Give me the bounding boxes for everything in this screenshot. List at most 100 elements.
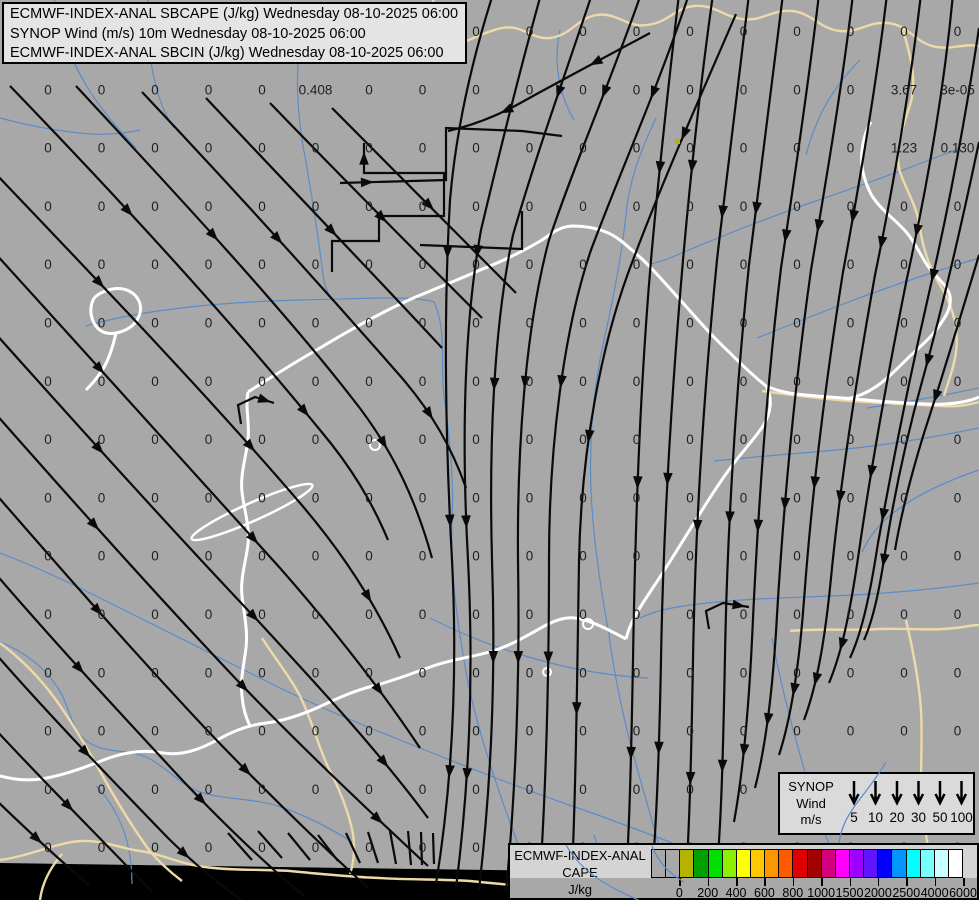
cape-tick xyxy=(934,878,937,886)
down-arrow-icon xyxy=(934,781,946,806)
wind-legend-title-line: SYNOP xyxy=(788,779,834,794)
station-value: 0 xyxy=(526,24,534,39)
station-value: 0 xyxy=(258,82,266,97)
station-value: 0 xyxy=(98,141,106,156)
station-value: 0 xyxy=(793,432,801,447)
station-value: 0 xyxy=(900,490,908,505)
station-value: 0 xyxy=(151,549,159,564)
station-value: 0 xyxy=(365,374,373,389)
station-value: 0 xyxy=(472,782,480,797)
station-value: 0 xyxy=(793,549,801,564)
station-value: 0 xyxy=(151,82,159,97)
station-value: 0 xyxy=(740,199,748,214)
station-value: 0 xyxy=(151,199,159,214)
station-value: 3.67 xyxy=(891,82,917,97)
station-value: 0 xyxy=(98,607,106,622)
station-value: 0 xyxy=(258,316,266,331)
station-value: 0 xyxy=(526,257,534,272)
station-value: 0 xyxy=(472,24,480,39)
station-value: 0 xyxy=(633,199,641,214)
cape-color-swatch xyxy=(906,850,921,877)
station-value: 0 xyxy=(205,141,213,156)
cape-colorbar xyxy=(651,849,963,878)
station-value: 0 xyxy=(205,257,213,272)
station-value: 0 xyxy=(954,665,962,680)
wind-legend-scale: 5 10 20 30 50 100 xyxy=(842,774,973,833)
station-value: 0 xyxy=(44,257,52,272)
station-value: 0 xyxy=(419,782,427,797)
down-arrow-icon xyxy=(848,781,860,806)
station-value: 0 xyxy=(258,782,266,797)
cape-color-swatch xyxy=(878,850,893,877)
station-value: 0 xyxy=(954,257,962,272)
station-value: 0 xyxy=(900,24,908,39)
station-value: 0 xyxy=(365,782,373,797)
station-value: 0 xyxy=(151,782,159,797)
station-value: 0 xyxy=(258,257,266,272)
station-value: 0 xyxy=(579,782,587,797)
station-value: 0 xyxy=(205,607,213,622)
cape-tick xyxy=(764,878,766,886)
station-value: 0 xyxy=(312,665,320,680)
station-value: 0 xyxy=(633,141,641,156)
station-value: 0 xyxy=(740,374,748,389)
station-value: 0 xyxy=(98,432,106,447)
cape-tick xyxy=(707,878,710,886)
station-value: 0 xyxy=(579,199,587,214)
station-value: 0 xyxy=(98,549,106,564)
station-value: 0.408 xyxy=(299,82,333,97)
station-value: 0 xyxy=(793,374,801,389)
wind-speed-label: 50 xyxy=(932,810,947,825)
station-value: 0 xyxy=(472,316,480,331)
station-value: 0 xyxy=(472,607,480,622)
station-value: 0 xyxy=(847,82,855,97)
station-value: 0 xyxy=(954,374,962,389)
station-value: 0 xyxy=(258,490,266,505)
station-value: 0 xyxy=(419,199,427,214)
cape-legend-title-line: ECMWF-INDEX-ANAL xyxy=(514,848,646,863)
station-value: 0 xyxy=(740,316,748,331)
station-value: 0 xyxy=(365,82,373,97)
cape-tick-label: 4000 xyxy=(920,886,949,900)
station-value: 0 xyxy=(44,141,52,156)
station-value: 0 xyxy=(526,490,534,505)
cape-legend-title-line: J/kg xyxy=(568,882,592,897)
station-value: 0 xyxy=(954,432,962,447)
weather-map: 0 0 0 0 0 0 0 0 0 0 0 0 0 0 0 0 0 0 0 0 0 0 0 0.408 0 0 0 0 0 0 0 0 0 0 3.… xyxy=(0,0,979,900)
station-value: 0 xyxy=(579,607,587,622)
station-value: 0 xyxy=(151,257,159,272)
cape-tick xyxy=(877,878,880,886)
wind-speed-label: 100 xyxy=(950,810,973,825)
station-value: 0 xyxy=(472,724,480,739)
station-value: 0 xyxy=(900,432,908,447)
station-value: 0 xyxy=(205,840,213,855)
station-value: 0 xyxy=(365,549,373,564)
weather-analysis-page: { "titles": { "line1": "ECMWF-INDEX-ANAL… xyxy=(0,0,979,900)
station-value: 0 xyxy=(847,665,855,680)
station-value: 0 xyxy=(151,607,159,622)
station-value: 0 xyxy=(258,607,266,622)
station-value: 0 xyxy=(686,490,694,505)
cape-color-swatch xyxy=(708,850,723,877)
station-value: 0 xyxy=(312,782,320,797)
station-value: 0 xyxy=(472,374,480,389)
station-value: 0 xyxy=(954,316,962,331)
station-value: 0 xyxy=(258,374,266,389)
station-value: 0 xyxy=(472,257,480,272)
station-value: 0 xyxy=(686,141,694,156)
cape-tick-label: 400 xyxy=(725,886,747,900)
station-value: 0 xyxy=(847,24,855,39)
station-value: 0 xyxy=(740,549,748,564)
station-value: 0 xyxy=(847,316,855,331)
cape-color-swatch xyxy=(849,850,865,877)
station-value: 0 xyxy=(900,374,908,389)
cape-tick-label: 1000 xyxy=(807,886,836,900)
station-value: 0 xyxy=(793,490,801,505)
station-value: 0 xyxy=(312,316,320,331)
station-value: 3e-05 xyxy=(940,82,975,97)
wind-speed-label: 10 xyxy=(868,810,883,825)
station-value: 0.130 xyxy=(941,141,975,156)
cape-color-swatch xyxy=(765,850,780,877)
station-value: 0 xyxy=(312,374,320,389)
cape-tick-label: 2500 xyxy=(892,886,921,900)
